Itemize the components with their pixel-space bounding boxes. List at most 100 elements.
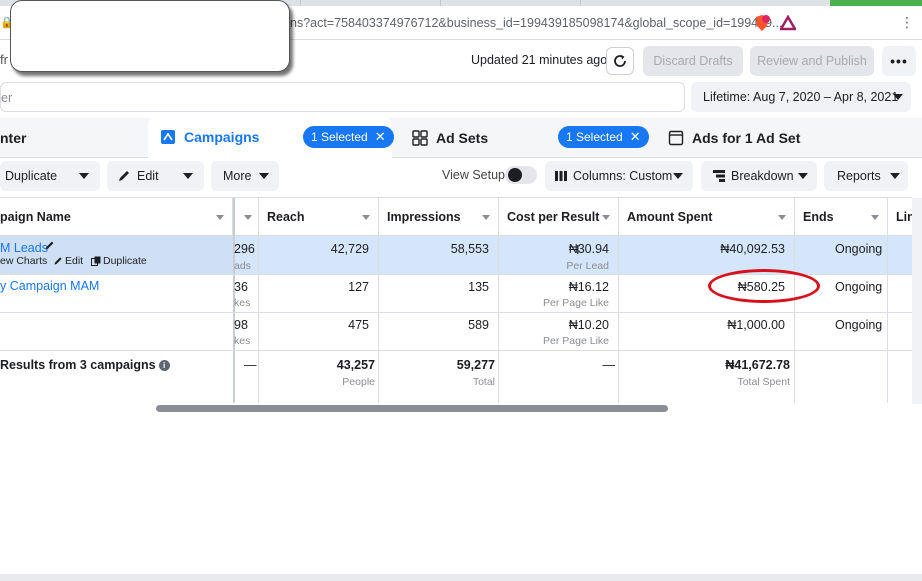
columns-icon bbox=[555, 171, 567, 181]
tab-ads[interactable]: Ads for 1 Ad Set bbox=[656, 118, 916, 158]
browser-menu-icon[interactable]: ⋮ bbox=[900, 14, 914, 31]
pencil-icon bbox=[119, 171, 129, 181]
sort-icon[interactable] bbox=[482, 215, 490, 220]
review-publish-button[interactable]: Review and Publish bbox=[750, 46, 874, 76]
sort-icon[interactable] bbox=[244, 215, 252, 220]
pencil-icon[interactable] bbox=[44, 240, 55, 251]
totals-reach-type: People bbox=[342, 376, 375, 388]
discard-drafts-button[interactable]: Discard Drafts bbox=[643, 46, 743, 76]
duplicate-link[interactable]: Duplicate bbox=[103, 255, 147, 267]
totals-results: — bbox=[244, 358, 257, 372]
chevron-down-icon bbox=[259, 173, 269, 179]
cost-per-result-type: Per Page Like bbox=[543, 297, 609, 309]
campaigns-selected-pill[interactable]: 1 Selected ✕ bbox=[303, 126, 394, 148]
ends-value: Ongoing bbox=[835, 280, 883, 294]
sort-icon[interactable] bbox=[871, 215, 879, 220]
amount-spent-value: ₦40,092.53 bbox=[720, 242, 785, 256]
sort-icon[interactable] bbox=[362, 215, 370, 220]
breakdown-button[interactable]: Breakdown bbox=[701, 161, 817, 191]
cost-per-result-value: ₦10.20 bbox=[568, 318, 609, 332]
tab-account-overview[interactable]: nter bbox=[0, 118, 146, 158]
clear-selection-icon[interactable]: ✕ bbox=[630, 129, 641, 145]
column-header-ends[interactable]: Ends bbox=[795, 198, 888, 236]
amount-spent-value: ₦1,000.00 bbox=[727, 318, 785, 332]
impressions-value: 135 bbox=[468, 280, 489, 294]
info-icon[interactable]: i bbox=[158, 360, 170, 372]
more-label: More bbox=[223, 169, 252, 183]
search-filter-bar[interactable]: er bbox=[0, 82, 685, 112]
totals-impressions-type: Total bbox=[472, 376, 495, 388]
campaign-name-link[interactable]: M Leads bbox=[0, 241, 48, 255]
date-range-label: Lifetime: Aug 7, 2020 – Apr 8, 2021 bbox=[703, 90, 899, 104]
date-range-picker[interactable]: Lifetime: Aug 7, 2020 – Apr 8, 2021 bbox=[691, 82, 911, 112]
more-button[interactable]: More bbox=[211, 161, 279, 191]
tab-label: Campaigns bbox=[184, 129, 260, 145]
refresh-icon bbox=[614, 55, 626, 67]
view-setup-toggle[interactable] bbox=[505, 166, 537, 184]
refresh-button[interactable] bbox=[606, 47, 634, 75]
chevron-down-icon bbox=[798, 173, 808, 179]
row-divider bbox=[0, 312, 912, 313]
clear-selection-icon[interactable]: ✕ bbox=[375, 129, 386, 145]
column-header-campaign-name[interactable]: paign Name bbox=[0, 198, 233, 236]
table-vertical-scrollbar[interactable] bbox=[912, 198, 922, 404]
header-label: Ends bbox=[803, 209, 834, 224]
column-header-link-clicks[interactable]: Lin bbox=[888, 198, 915, 236]
impressions-value: 589 bbox=[468, 318, 489, 332]
edit-button[interactable]: Edit bbox=[107, 161, 204, 191]
search-placeholder: er bbox=[1, 91, 13, 105]
sort-icon[interactable] bbox=[778, 215, 786, 220]
campaign-name-link[interactable]: y Campaign MAM bbox=[0, 279, 99, 293]
header-label: Amount Spent bbox=[627, 209, 713, 224]
popup-overlay bbox=[10, 0, 290, 72]
brave-shield-icon[interactable] bbox=[753, 14, 771, 32]
view-charts-link[interactable]: ew Charts bbox=[0, 255, 47, 267]
sort-icon[interactable] bbox=[216, 215, 224, 220]
duplicate-button[interactable]: Duplicate bbox=[0, 161, 100, 191]
columns-button[interactable]: Columns: Custom bbox=[545, 161, 693, 191]
totals-cost-per-result: — bbox=[602, 358, 616, 372]
adsets-selected-pill[interactable]: 1 Selected ✕ bbox=[558, 126, 649, 148]
cost-per-result-value: ₦30.94 bbox=[568, 242, 609, 256]
brave-rewards-icon[interactable] bbox=[780, 15, 796, 31]
column-header-impressions[interactable]: Impressions bbox=[379, 198, 499, 236]
totals-reach: 43,257 bbox=[336, 358, 375, 372]
url-text[interactable]: ns?act=758403374976712&business_id=19943… bbox=[290, 16, 782, 30]
chevron-down-icon bbox=[673, 173, 683, 179]
header-label: paign Name bbox=[0, 209, 71, 224]
column-header-amount-spent[interactable]: Amount Spent bbox=[619, 198, 795, 236]
header-label: Reach bbox=[267, 209, 305, 224]
chevron-down-icon[interactable] bbox=[79, 173, 89, 179]
chevron-down-icon bbox=[893, 94, 903, 100]
reports-label: Reports bbox=[837, 169, 881, 183]
duplicate-icon bbox=[91, 256, 101, 266]
column-divider bbox=[618, 236, 619, 404]
column-header-cost-per-result[interactable]: Cost per Result bbox=[499, 198, 619, 236]
ends-value: Ongoing bbox=[835, 318, 883, 332]
text-cursor-icon: I bbox=[576, 242, 580, 257]
sort-icon[interactable] bbox=[602, 215, 610, 220]
edit-link[interactable]: Edit bbox=[65, 255, 83, 267]
column-divider bbox=[378, 236, 379, 404]
results-type: kes bbox=[234, 297, 251, 309]
totals-impressions: 59,277 bbox=[456, 358, 495, 372]
chevron-down-icon[interactable] bbox=[183, 173, 193, 179]
row-divider bbox=[0, 350, 912, 351]
ends-value: Ongoing bbox=[835, 242, 883, 256]
impressions-value: 58,553 bbox=[450, 242, 489, 256]
reach-value: 127 bbox=[348, 280, 369, 294]
scrollbar-thumb[interactable] bbox=[156, 405, 668, 412]
totals-label: Results from 3 campaigns i bbox=[0, 358, 170, 372]
more-options-button[interactable]: ••• bbox=[882, 46, 916, 76]
reach-value: 475 bbox=[348, 318, 369, 332]
updated-status: Updated 21 minutes ago bbox=[471, 53, 608, 67]
column-divider bbox=[498, 236, 499, 404]
lock-icon: 🔒 bbox=[0, 17, 14, 29]
pencil-icon bbox=[54, 257, 62, 265]
reports-button[interactable]: Reports bbox=[824, 161, 908, 191]
tab-label: nter bbox=[0, 130, 27, 146]
cost-per-result-type: Per Page Like bbox=[543, 335, 609, 347]
column-header-reach[interactable]: Reach bbox=[259, 198, 379, 236]
results-type: kes bbox=[234, 335, 251, 347]
column-header-results[interactable] bbox=[235, 198, 259, 236]
